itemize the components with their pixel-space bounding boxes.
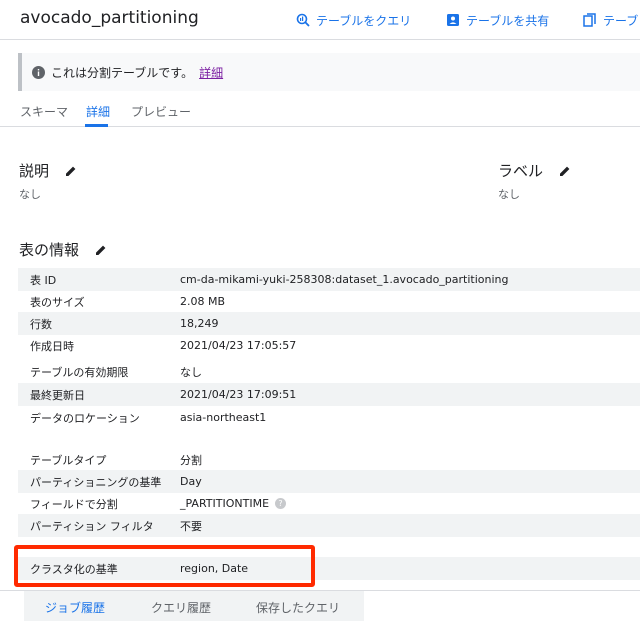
- info-value: なし: [180, 365, 202, 379]
- copy-table-label: テーブ: [603, 13, 639, 28]
- share-table-label: テーブルを共有: [466, 13, 550, 28]
- edit-table-info-icon[interactable]: [95, 244, 107, 256]
- info-key: テーブルタイプ: [30, 453, 107, 467]
- info-value: cm-da-mikami-yuki-258308:dataset_1.avoca…: [180, 273, 509, 286]
- info-key: 最終更新日: [30, 388, 85, 402]
- info-value: Day: [180, 475, 202, 488]
- info-key: データのロケーション: [30, 411, 140, 425]
- info-row-table-size: 表のサイズ 2.08 MB: [18, 290, 640, 313]
- info-row-last-modified: 最終更新日 2021/04/23 17:09:51: [18, 383, 640, 406]
- query-table-label: テーブルをクエリ: [316, 13, 412, 28]
- info-value: 2021/04/23 17:05:57: [180, 339, 297, 352]
- tab-preview[interactable]: プレビュー: [131, 103, 191, 120]
- table-info-title: 表の情報: [19, 241, 80, 259]
- table-header: avocado_partitioning テーブルをクエリ テーブルを共有 テー…: [0, 0, 640, 40]
- info-value: 2021/04/23 17:09:51: [180, 388, 297, 401]
- banner-text: これは分割テーブルです。: [51, 65, 194, 80]
- info-key: テーブルの有効期限: [30, 365, 129, 379]
- info-key: パーティション フィルタ: [30, 519, 154, 533]
- info-row-location: データのロケーション asia-northeast1: [18, 406, 640, 429]
- query-table-button[interactable]: テーブルをクエリ: [296, 11, 411, 29]
- help-icon[interactable]: ?: [275, 498, 287, 509]
- tab-schema[interactable]: スキーマ: [20, 103, 68, 120]
- labels-value: なし: [498, 188, 520, 201]
- tab-query-history[interactable]: クエリ履歴: [151, 599, 211, 616]
- labels-section-title: ラベル: [498, 160, 571, 181]
- info-key: 表のサイズ: [30, 295, 85, 309]
- info-key: パーティショニングの基準: [30, 475, 162, 489]
- copy-table-button[interactable]: テーブ: [583, 11, 638, 29]
- info-value: 2.08 MB: [180, 295, 226, 308]
- table-info-section-title: 表の情報: [19, 239, 107, 260]
- info-icon: [32, 65, 45, 79]
- info-row-partition-field: フィールドで分割 _PARTITIONTIME ?: [18, 492, 640, 515]
- active-tab-indicator: [85, 124, 108, 127]
- partition-field-text: _PARTITIONTIME: [180, 497, 270, 510]
- info-key: 表 ID: [30, 273, 57, 287]
- edit-description-icon[interactable]: [65, 165, 77, 177]
- info-value: 分割: [180, 453, 202, 467]
- tab-saved-queries[interactable]: 保存したクエリ: [256, 599, 340, 616]
- info-row-partition-basis: パーティショニングの基準 Day: [18, 470, 640, 493]
- history-tabs-bar: ジョブ履歴 クエリ履歴 保存したクエリ: [24, 590, 364, 621]
- tab-details[interactable]: 詳細: [86, 103, 110, 120]
- description-value: なし: [19, 188, 41, 201]
- info-row-table-id: 表 ID cm-da-mikami-yuki-258308:dataset_1.…: [18, 268, 640, 291]
- info-value: asia-northeast1: [180, 411, 267, 424]
- description-section-title: 説明: [19, 160, 77, 181]
- share-table-button[interactable]: テーブルを共有: [446, 11, 549, 29]
- info-value: _PARTITIONTIME ?: [180, 497, 287, 510]
- detail-tabs: スキーマ 詳細 プレビュー: [0, 100, 640, 127]
- info-key: 行数: [30, 317, 52, 331]
- query-icon: [296, 13, 310, 27]
- info-row-expiration: テーブルの有効期限 なし: [18, 360, 640, 383]
- edit-labels-icon[interactable]: [559, 165, 571, 177]
- info-row-created: 作成日時 2021/04/23 17:05:57: [18, 334, 640, 357]
- copy-icon: [583, 13, 596, 27]
- table-title: avocado_partitioning: [20, 8, 199, 28]
- tab-job-history[interactable]: ジョブ履歴: [45, 599, 105, 616]
- clustering-highlight-box: [14, 545, 315, 587]
- info-key: 作成日時: [30, 339, 74, 353]
- info-value: 不要: [180, 519, 202, 533]
- info-row-table-type: テーブルタイプ 分割: [18, 448, 640, 471]
- info-key: フィールドで分割: [30, 497, 118, 511]
- banner-details-link[interactable]: 詳細: [199, 64, 223, 81]
- labels-title: ラベル: [498, 162, 544, 180]
- info-value: 18,249: [180, 317, 219, 330]
- info-row-row-count: 行数 18,249: [18, 312, 640, 335]
- description-title: 説明: [19, 162, 50, 180]
- info-row-partition-filter: パーティション フィルタ 不要: [18, 514, 640, 537]
- partition-info-banner: これは分割テーブルです。 詳細: [18, 53, 640, 91]
- share-person-icon: [447, 14, 459, 26]
